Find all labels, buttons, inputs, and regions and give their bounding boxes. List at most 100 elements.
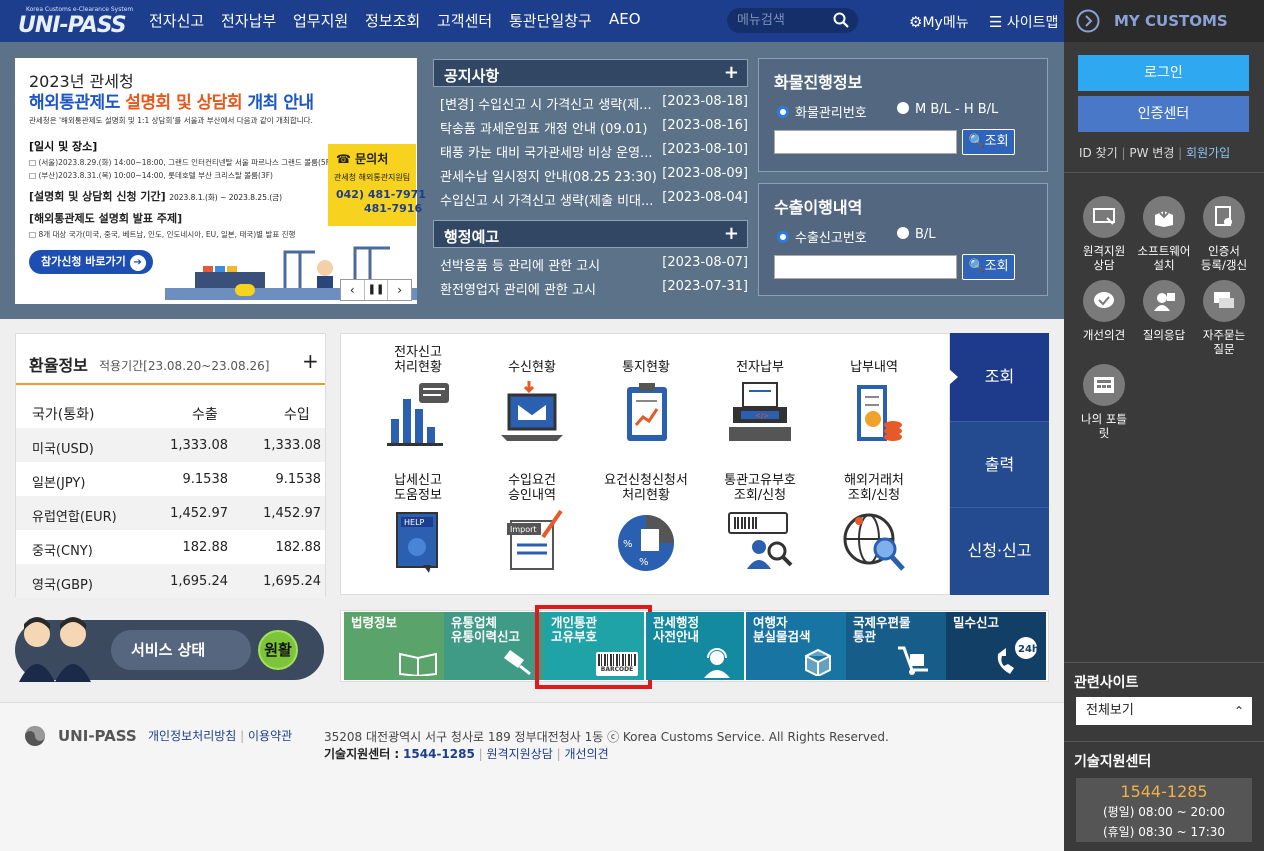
hamburger-icon: ☰ (989, 13, 1003, 31)
login-button[interactable]: 로그인 (1078, 55, 1249, 91)
bar-chart-icon (387, 383, 449, 446)
service-edeclare-status[interactable]: 전자신고 처리현황 (363, 343, 473, 451)
nav-item-info[interactable]: 정보조회 (365, 10, 420, 31)
quick-customs-admin-guide[interactable]: 관세행정 사전안내 (646, 612, 744, 680)
tech-center-title: 기술지원센터 (1074, 754, 1152, 770)
quick-traveler-lost-items[interactable]: 여행자 분실물검색 (746, 612, 846, 680)
sidebar-feedback[interactable]: 개선의견 (1074, 280, 1134, 342)
svg-text:%: % (623, 539, 633, 550)
apply-button[interactable]: 참가신청 바로가기 ➔ (29, 250, 153, 274)
svg-text:</>: </> (755, 412, 769, 420)
service-epayment[interactable]: 전자납부 </> (705, 343, 815, 451)
sidebar-faq[interactable]: 자주묻는 질문 (1194, 280, 1254, 356)
quick-intl-mail-clearance[interactable]: 국제우편물 통관 (846, 612, 946, 680)
footer-brand: UNI-PASS (58, 727, 137, 745)
slide-pause-icon[interactable]: ❚❚ (365, 280, 389, 300)
slide-prev-icon[interactable]: ‹ (341, 280, 365, 300)
hand-truck-icon (898, 646, 928, 675)
uni-pass-logo[interactable]: Korea Customs e-Clearance System UNI-PAS… (14, 6, 133, 38)
globe-search-icon (843, 513, 905, 571)
my-menu-link[interactable]: ⚙My메뉴 (909, 12, 969, 32)
chevron-up-icon: ⌃ (1233, 704, 1244, 718)
search-icon: 🔍 (968, 134, 985, 149)
service-requirement-status[interactable]: 요건신청신청서 처리현황 %% (591, 471, 701, 579)
nav-item-epayment[interactable]: 전자납부 (221, 10, 276, 31)
service-receive-status[interactable]: 수신현황 (477, 343, 587, 451)
service-overseas-partner[interactable]: 해외거래처 조회/신청 (819, 471, 929, 579)
cert-center-button[interactable]: 인증센터 (1078, 96, 1249, 132)
service-tax-help[interactable]: 납세신고 도움정보 HELP (363, 471, 473, 579)
quick-distribution-report[interactable]: 유통업체 유통이력신고 (444, 612, 544, 680)
service-payment-history[interactable]: 납부내역 (819, 343, 929, 451)
privacy-policy-link[interactable]: 개인정보처리방침 (148, 729, 236, 743)
menu-search-input[interactable] (737, 12, 827, 29)
quick-law-info[interactable]: 법령정보 (344, 612, 444, 680)
sidebar-certificate[interactable]: 인증서 등록/갱신 (1194, 196, 1254, 272)
my-customs-title: MY CUSTOMS (1114, 12, 1228, 30)
service-status-label: 서비스 상태 (111, 630, 251, 670)
cargo-number-input[interactable] (774, 130, 957, 154)
svg-text:HELP: HELP (404, 518, 425, 527)
sidebar-remote-support[interactable]: 원격지원 상담 (1074, 196, 1134, 272)
export-search-button[interactable]: 🔍조회 (962, 254, 1015, 280)
event-banner[interactable]: 2023년 관세청 해외통관제도 설명회 및 상담회 개최 안내 관세청은 '해… (15, 58, 426, 304)
service-notice-status[interactable]: 통지현황 (591, 343, 701, 451)
fx-more-icon[interactable]: + (302, 349, 319, 373)
cargo-search-button[interactable]: 🔍조회 (962, 129, 1015, 155)
cargo-radio-mgmt-no[interactable]: 화물관리번호 (777, 102, 867, 121)
nav-item-single-window[interactable]: 통관단일창구 (509, 10, 592, 31)
id-find-link[interactable]: ID 찾기 (1079, 146, 1118, 160)
exchange-rate-panel: 환율정보 적용기간[23.08.20~23.08.26] + 국가(통화) 수출 수… (15, 333, 326, 598)
nav-item-edeclare[interactable]: 전자신고 (149, 10, 204, 31)
gear-icon: ⚙ (909, 13, 923, 31)
export-radio-bl[interactable]: B/L (897, 227, 936, 242)
tab-lookup[interactable]: 조회 (949, 333, 1049, 421)
arrow-right-icon: ➔ (129, 255, 146, 271)
admin-notices-title: 행정예고 (444, 228, 500, 246)
sidebar-my-portlet[interactable]: 나의 포틀 릿 (1074, 364, 1134, 440)
fx-row: 일본(JPY) 9.1538 9.1538 (32, 472, 321, 491)
sidebar-qna[interactable]: 질의응답 (1134, 280, 1194, 342)
feedback-link[interactable]: 개선의견 (564, 747, 608, 761)
account-links: ID 찾기 | PW 변경 | 회원가입 (1079, 146, 1231, 160)
headset-agent-icon (704, 648, 730, 678)
footer: UNI-PASS 개인정보처리방침 | 이용약관 35208 대전광역시 서구 … (0, 702, 1064, 851)
nav-item-customer[interactable]: 고객센터 (437, 10, 492, 31)
package-icon (805, 648, 831, 676)
join-link[interactable]: 회원가입 (1186, 146, 1230, 160)
nav-item-support[interactable]: 업무지원 (293, 10, 348, 31)
service-customs-code[interactable]: 통관고유부호 조회/신청 (705, 471, 815, 579)
service-import-approval[interactable]: 수입요건 승인내역 Import (477, 471, 587, 579)
contact-title: ☎ 문의처 (336, 152, 389, 166)
fx-header: 환율정보 적용기간[23.08.20~23.08.26] + (16, 334, 325, 385)
pw-change-link[interactable]: PW 변경 (1129, 146, 1174, 160)
portlet-grid-icon (1083, 364, 1125, 406)
banner-section-2: [설명회 및 상담회 신청 기간] 2023.8.1.(화) ~ 2023.8.… (29, 190, 283, 203)
contact-org: 관세청 해외통관지원팀 (334, 173, 411, 182)
cargo-radio-bl[interactable]: M B/L - H B/L (897, 102, 998, 117)
nav-item-aeo[interactable]: AEO (609, 10, 641, 28)
help-book-icon: HELP (396, 512, 438, 573)
contact-tel-1: 042) 481-7971 (336, 188, 426, 201)
chevron-circle-right-icon[interactable] (1076, 9, 1100, 33)
admin-notices-more-icon[interactable]: + (724, 223, 739, 244)
open-book-icon (399, 652, 437, 676)
export-number-input[interactable] (774, 255, 957, 279)
export-radio-declare-no[interactable]: 수출신고번호 (777, 227, 867, 246)
quick-smuggling-report[interactable]: 밀수신고 24h (946, 612, 1046, 680)
remote-support-link[interactable]: 원격지원상담 (487, 747, 553, 761)
slide-next-icon[interactable]: › (388, 280, 411, 300)
terms-link[interactable]: 이용약관 (248, 729, 292, 743)
sitemap-label: 사이트맵 (1006, 15, 1059, 31)
tab-apply-declare[interactable]: 신청·신고 (950, 507, 1049, 595)
notices-more-icon[interactable]: + (724, 62, 739, 83)
divider (1064, 172, 1264, 173)
tab-print[interactable]: 출력 (950, 421, 1049, 507)
sidebar-software-install[interactable]: 소프트웨어 설치 (1134, 196, 1194, 272)
related-sites-select[interactable]: 전체보기 ⌃ (1076, 697, 1252, 725)
sitemap-link[interactable]: ☰ 사이트맵 (989, 12, 1058, 32)
monitor-icon (1083, 196, 1125, 238)
slide-indicator (235, 284, 255, 296)
service-status-widget: 서비스 상태 원활 (15, 617, 324, 682)
search-icon[interactable] (833, 12, 849, 28)
